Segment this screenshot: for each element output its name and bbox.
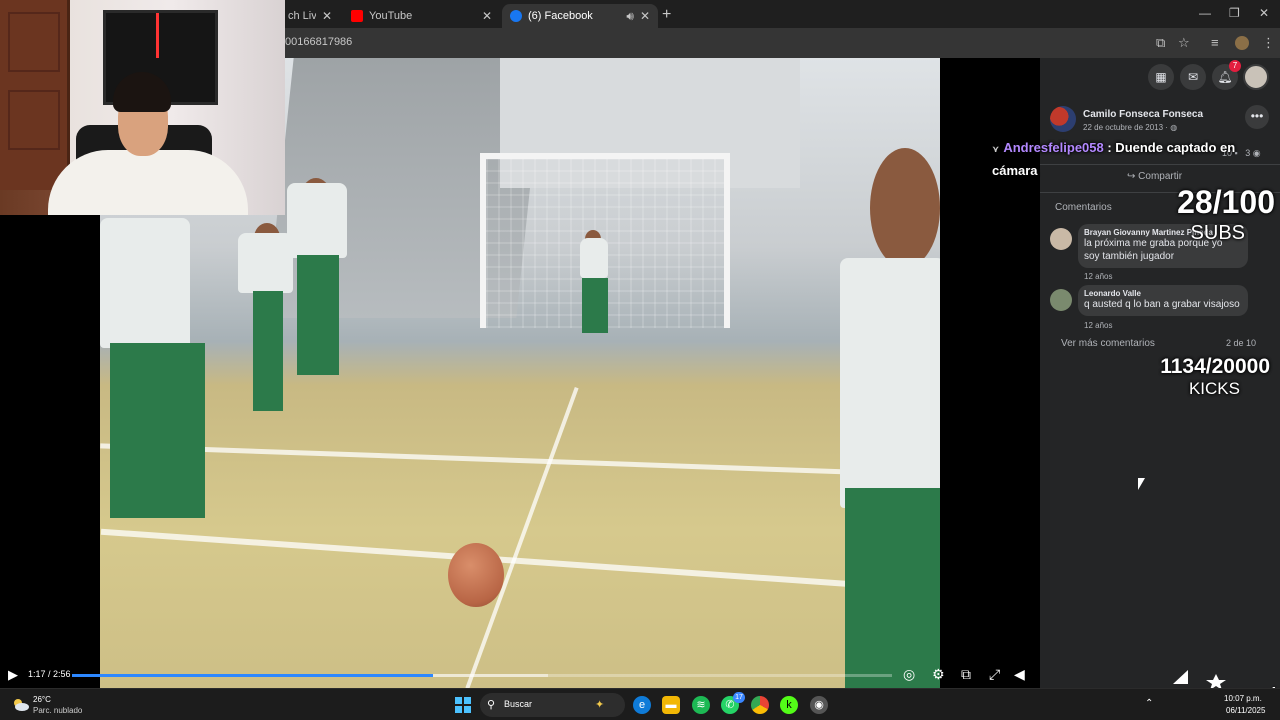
kicks-goal-counter: 1134/20000 (1160, 355, 1270, 378)
post-date[interactable]: 22 de octubre de 2013 · ◍ (1083, 123, 1177, 132)
more-comments-link[interactable]: Ver más comentarios (1061, 338, 1155, 349)
screen: ch Live o ✕ YouTube ✕ (6) Facebook 🔊︎ ✕ … (0, 0, 1280, 720)
tab-kick-live[interactable]: ch Live o ✕ (280, 4, 340, 28)
kicks-goal-label: KICKS (1188, 379, 1240, 398)
start-windows-icon[interactable] (455, 697, 471, 713)
close-window-icon[interactable]: ✕ (1259, 6, 1269, 20)
public-globe-icon: ◍ (1170, 123, 1178, 132)
play-icon[interactable]: ▶ (8, 667, 18, 683)
captions-icon[interactable]: ◎ (903, 666, 915, 683)
settings-gear-icon[interactable]: ⚙ (932, 666, 945, 683)
search-icon: ⚲ (487, 699, 496, 711)
notification-badge: 7 (1229, 60, 1241, 72)
court-line (465, 386, 579, 688)
commenter-avatar[interactable] (1050, 228, 1072, 250)
install-app-icon[interactable]: ⧉ (1156, 35, 1165, 51)
media-controls-icon[interactable]: ≡ (1211, 35, 1219, 50)
tab-title: ch Live o (288, 10, 316, 22)
chat-username: Andresfelipe058 (1003, 140, 1104, 155)
spotify-icon[interactable]: ≋ (692, 696, 710, 714)
miniplayer-icon[interactable]: ⧉ (961, 666, 971, 683)
eye-icon: ◉ (1252, 148, 1261, 158)
weather-description[interactable]: Parc. nublado (33, 706, 82, 715)
weather-temperature[interactable]: 26°C (33, 695, 51, 704)
youtube-icon (351, 10, 363, 22)
stream-chat-message: ⋎ Andresfelipe058 : Duende captado en cám… (992, 137, 1252, 181)
post-author-avatar[interactable] (1050, 106, 1076, 132)
new-tab-button[interactable]: + (662, 6, 671, 24)
edge-browser-icon[interactable]: e (633, 696, 651, 714)
kick-app-icon[interactable]: k (780, 696, 798, 714)
messenger-icon[interactable]: ✉ (1180, 64, 1206, 90)
obs-icon[interactable]: ◉ (810, 696, 828, 714)
commenter-name[interactable]: Leonardo Valle (1084, 289, 1240, 298)
chat-badge-icon: ⋎ (992, 144, 1000, 154)
comment-time[interactable]: 12 años (1084, 321, 1112, 330)
clock-date[interactable]: 06/11/2025 (1226, 706, 1265, 715)
restore-icon[interactable]: ❐ (1229, 6, 1240, 20)
comment-time[interactable]: 12 años (1084, 272, 1112, 281)
tab-facebook[interactable]: (6) Facebook 🔊︎ ✕ (502, 4, 658, 28)
fullscreen-icon[interactable]: ⤢ (989, 666, 1000, 683)
post-date-text: 22 de octubre de 2013 · (1083, 123, 1171, 132)
comment-bubble: Leonardo Valle q austed q lo ban a graba… (1078, 285, 1248, 316)
mouse-cursor-icon (1138, 478, 1145, 490)
windows-taskbar: 26°C Parc. nublado ⚲ Buscar ✦ e ▬ ≋ ✆ k … (0, 688, 1280, 720)
search-highlight-icon: ✦ (595, 699, 605, 711)
subs-goal-label: SUBS (1190, 222, 1245, 244)
tab-youtube[interactable]: YouTube ✕ (343, 4, 500, 28)
commenter-avatar[interactable] (1050, 289, 1072, 311)
court-line (100, 443, 940, 478)
close-icon[interactable]: ✕ (322, 9, 332, 23)
chrome-icon[interactable] (751, 696, 769, 714)
bookmark-star-icon[interactable]: ☆ (1178, 35, 1190, 51)
volume-icon[interactable]: ◀ (1014, 666, 1025, 683)
tab-title: (6) Facebook (528, 10, 593, 22)
comment-counter: 2 de 10 (1226, 338, 1257, 348)
close-icon[interactable]: ✕ (640, 9, 650, 23)
url-input[interactable]: 00166817986 (285, 36, 352, 48)
menu-grid-icon[interactable]: ▦ (1148, 64, 1174, 90)
partly-cloudy-icon[interactable] (11, 697, 29, 711)
post-author-name[interactable]: Camilo Fonseca Fonseca (1083, 109, 1203, 120)
whatsapp-badge: 17 (733, 692, 745, 703)
subs-goal-counter: 28/100 (1177, 184, 1275, 220)
taskbar-search[interactable]: ⚲ Buscar ✦ (480, 693, 625, 717)
webcam-door (0, 0, 70, 190)
video-time: 1:17 / 2:56 (28, 669, 71, 679)
comment-text: q austed q lo ban a grabar visajoso (1084, 299, 1240, 310)
comments-tab[interactable]: Comentarios (1055, 202, 1112, 213)
menu-kebab-icon[interactable]: ⋮ (1262, 35, 1275, 51)
streamer-shirt (48, 150, 248, 215)
search-placeholder: Buscar (504, 699, 533, 709)
more-options-button[interactable]: ••• (1245, 105, 1269, 129)
tray-overflow-chevron-icon[interactable]: ⌃ (1145, 698, 1153, 709)
clock-time[interactable]: 10:07 p.m. (1224, 694, 1262, 703)
close-icon[interactable]: ✕ (482, 9, 492, 23)
tab-title: YouTube (369, 10, 413, 22)
file-explorer-icon[interactable]: ▬ (662, 696, 680, 714)
profile-avatar[interactable] (1235, 36, 1249, 50)
soccer-ball (448, 543, 504, 607)
speaker-icon[interactable]: 🔊︎ (626, 9, 634, 24)
video-progress-fill (72, 674, 433, 677)
account-avatar[interactable] (1243, 64, 1269, 90)
video-progress-bar[interactable] (72, 674, 892, 677)
facebook-icon (510, 10, 522, 22)
video-controls: ▶ 1:17 / 2:56 ◎ ⚙ ⧉ ⤢ ◀ (0, 662, 1040, 688)
minimize-icon[interactable]: — (1199, 6, 1211, 20)
webcam-overlay (0, 0, 285, 215)
